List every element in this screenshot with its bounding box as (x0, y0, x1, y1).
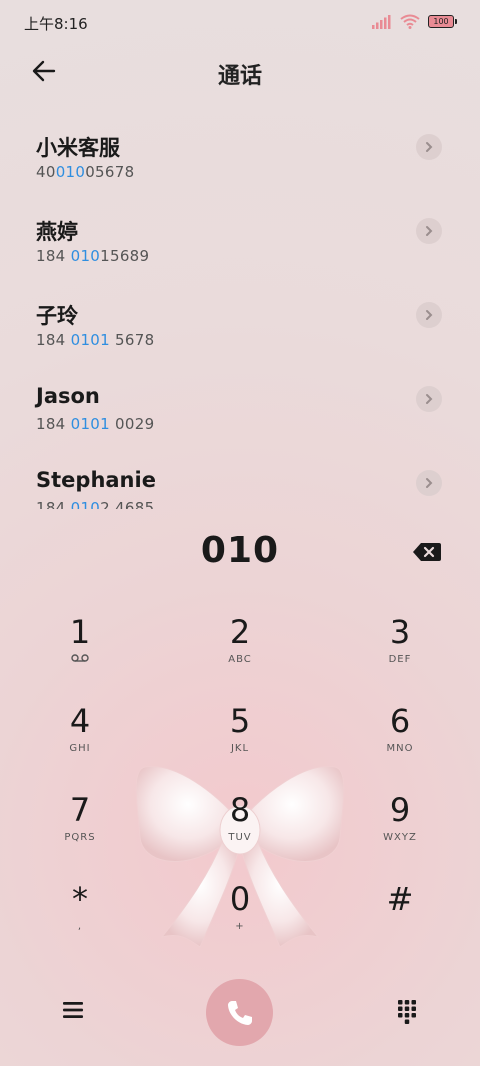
key-digit: 8 (229, 791, 251, 829)
key-letters: JKL (230, 743, 250, 754)
number-prefix: 184 (36, 247, 71, 265)
number-match: 0101 (70, 415, 110, 433)
key-3[interactable]: 3 DEF (340, 612, 460, 692)
number-match: 010 (70, 499, 101, 509)
key-digit: 1 (69, 613, 91, 651)
key-digit: 7 (69, 791, 91, 829)
contact-detail-button[interactable] (416, 302, 442, 328)
number-suffix: 05678 (85, 163, 135, 181)
key-letters: ABC (228, 654, 252, 665)
key-letters: DEF (388, 654, 412, 665)
key-hash[interactable]: # (340, 879, 460, 959)
number-match: 010 (55, 163, 86, 181)
number-suffix: 5678 (109, 331, 155, 349)
contact-name: 燕婷 (36, 220, 78, 244)
contact-row[interactable]: 燕婷 184 01015689 (0, 210, 480, 294)
bottom-action-bar (0, 976, 480, 1048)
contact-number: 184 0101 5678 (36, 331, 154, 349)
signal-icon (372, 14, 391, 29)
key-digit: 9 (389, 791, 411, 829)
status-bar: 上午8:16 100 (0, 0, 480, 46)
key-9[interactable]: 9 WXYZ (340, 790, 460, 870)
number-prefix: 184 (36, 415, 71, 433)
key-letters: TUV (228, 832, 252, 843)
key-digit: 4 (69, 702, 91, 740)
menu-button[interactable] (58, 998, 88, 1022)
chevron-right-icon (426, 226, 433, 236)
key-letters: + (235, 921, 245, 932)
contact-detail-button[interactable] (416, 386, 442, 412)
call-button[interactable] (206, 979, 273, 1046)
contact-row[interactable]: Stephanie 184 0102 4685 (0, 462, 480, 509)
contact-number: 184 0101 0029 (36, 415, 154, 433)
number-suffix: 2 4685 (100, 499, 155, 509)
contact-name: Stephanie (36, 468, 156, 492)
contact-number: 4001005678 (36, 163, 134, 181)
number-prefix: 184 (36, 331, 71, 349)
menu-icon (63, 1002, 83, 1018)
key-letters: MNO (386, 743, 414, 754)
battery-indicator: 100 (428, 15, 457, 28)
key-5[interactable]: 5 JKL (180, 701, 300, 781)
wifi-icon (400, 14, 420, 29)
page-title: 通话 (217, 64, 262, 89)
key-digit: * (72, 880, 88, 918)
key-letters: , (77, 921, 83, 932)
contact-row[interactable]: 子玲 184 0101 5678 (0, 294, 480, 378)
contact-name: 子玲 (36, 304, 78, 328)
contact-number: 184 0102 4685 (36, 499, 154, 509)
key-digit: 5 (229, 702, 251, 740)
contact-detail-button[interactable] (416, 470, 442, 496)
backspace-icon (413, 543, 441, 561)
contact-name: Jason (36, 384, 100, 408)
key-sub (20, 654, 140, 668)
key-4[interactable]: 4 GHI (20, 701, 140, 781)
contact-number: 184 01015689 (36, 247, 149, 265)
backspace-button[interactable] (412, 541, 442, 563)
contact-detail-button[interactable] (416, 134, 442, 160)
key-letters: GHI (69, 743, 91, 754)
number-match: 010 (70, 247, 101, 265)
key-2[interactable]: 2 ABC (180, 612, 300, 692)
key-star[interactable]: * , (20, 879, 140, 959)
contact-results-list: 小米客服 4001005678 燕婷 184 01015689 子玲 184 0… (0, 126, 480, 509)
key-digit: 3 (389, 613, 411, 651)
key-letters: WXYZ (383, 832, 417, 843)
chevron-right-icon (426, 394, 433, 404)
header: 通话 (0, 46, 480, 102)
dialpad-toggle-button[interactable] (392, 996, 422, 1026)
voicemail-icon (71, 654, 89, 662)
key-digit: 0 (229, 880, 251, 918)
key-letters (340, 921, 460, 935)
contact-row[interactable]: 小米客服 4001005678 (0, 126, 480, 210)
status-time: 上午8:16 (24, 15, 88, 33)
key-6[interactable]: 6 MNO (340, 701, 460, 781)
key-digit: 2 (229, 613, 251, 651)
contact-row[interactable]: Jason 184 0101 0029 (0, 378, 480, 462)
number-suffix: 15689 (100, 247, 150, 265)
chevron-right-icon (426, 478, 433, 488)
key-1[interactable]: 1 (20, 612, 140, 692)
key-letters: PQRS (64, 832, 96, 843)
phone-icon (227, 1000, 252, 1025)
key-digit: 6 (389, 702, 411, 740)
status-icons: 100 (372, 14, 457, 29)
number-prefix: 184 (36, 499, 71, 509)
dialed-number: 010 (200, 530, 280, 571)
contact-detail-button[interactable] (416, 218, 442, 244)
key-digit: # (386, 880, 414, 918)
key-8[interactable]: 8 TUV (180, 790, 300, 870)
number-match: 0101 (70, 331, 110, 349)
dialpad-icon (398, 1000, 416, 1024)
contact-name: 小米客服 (36, 136, 120, 160)
number-prefix: 40 (36, 163, 56, 181)
chevron-right-icon (426, 310, 433, 320)
chevron-right-icon (426, 142, 433, 152)
number-suffix: 0029 (109, 415, 155, 433)
key-0[interactable]: 0 + (180, 879, 300, 959)
key-7[interactable]: 7 PQRS (20, 790, 140, 870)
